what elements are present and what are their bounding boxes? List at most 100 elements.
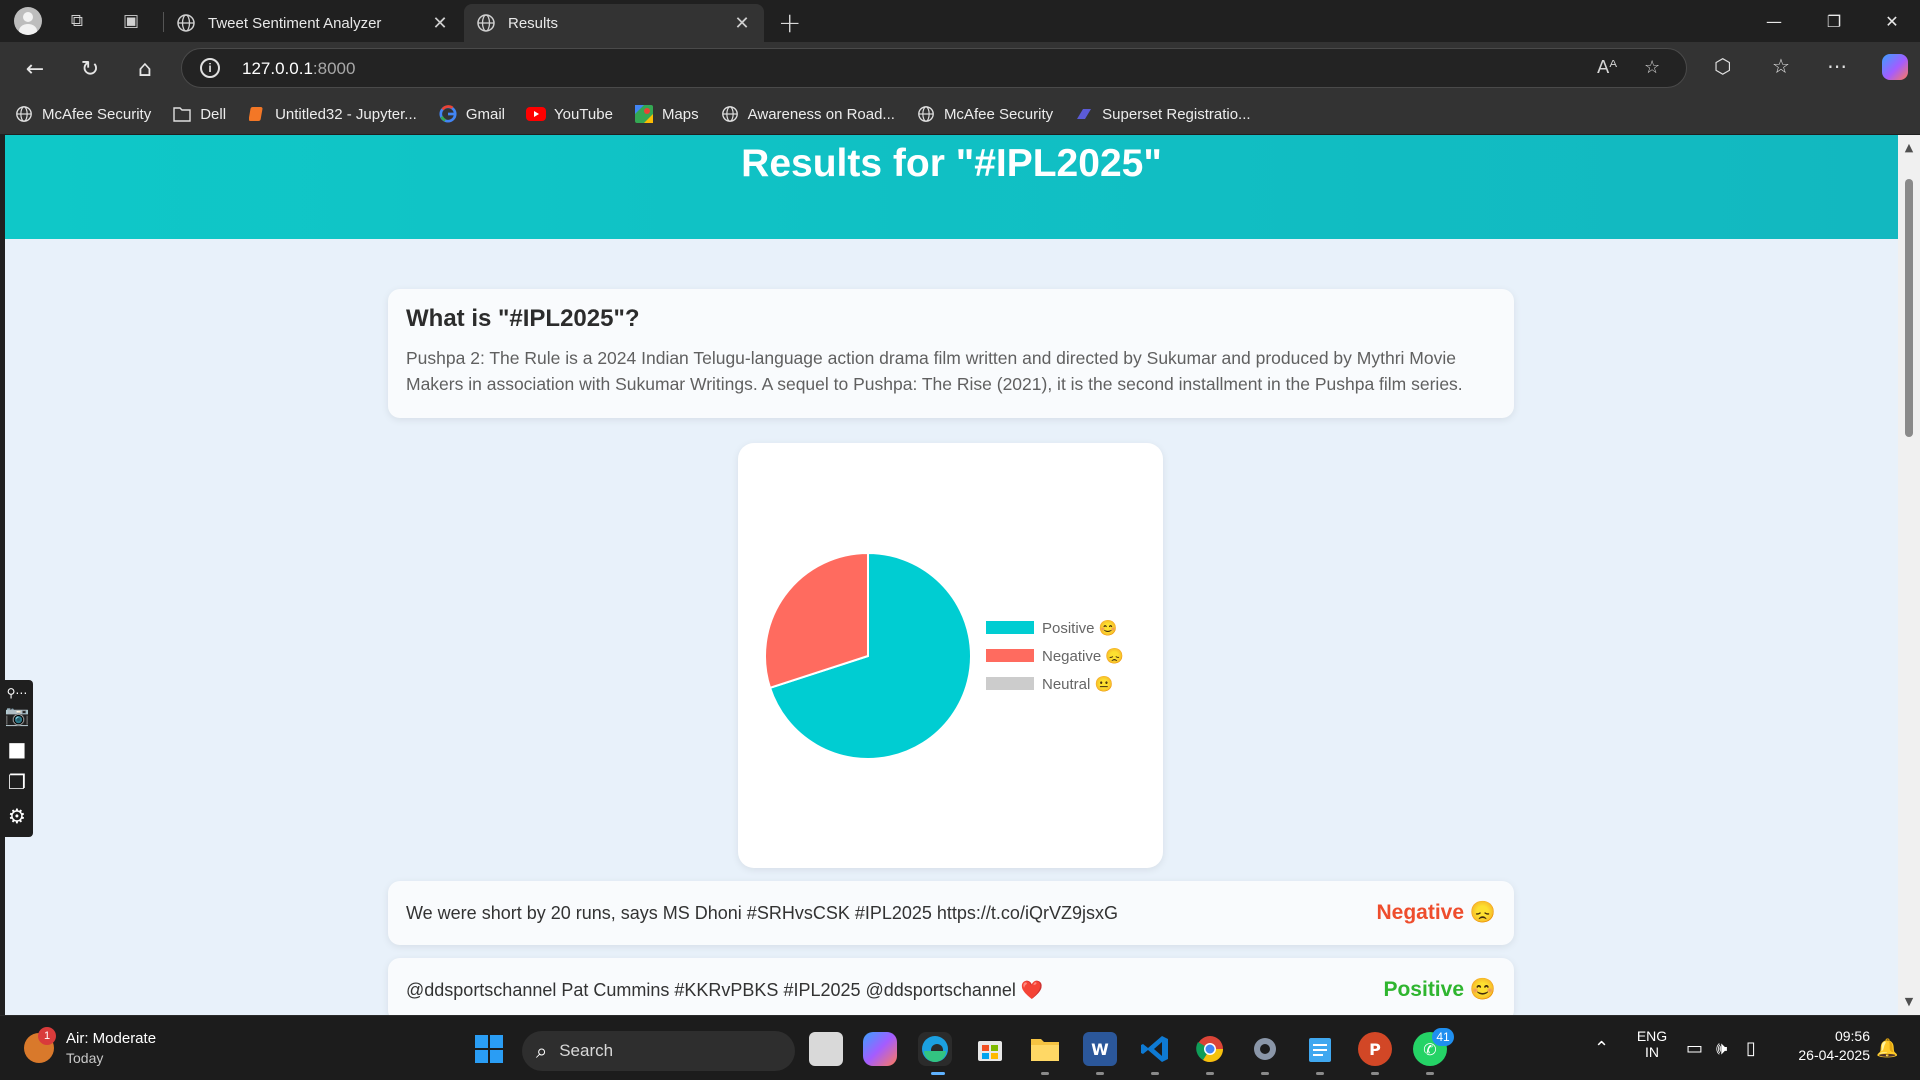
- network-icon[interactable]: ▭: [1686, 1038, 1703, 1059]
- url-port: :8000: [312, 59, 356, 78]
- site-info-icon[interactable]: i: [200, 58, 220, 78]
- window-icon[interactable]: ❐: [4, 769, 30, 795]
- settings-app-icon[interactable]: [1248, 1032, 1282, 1066]
- bookmark-label: YouTube: [553, 105, 613, 123]
- more-options-icon[interactable]: ⋯: [1827, 54, 1847, 78]
- word-app-icon[interactable]: W: [1083, 1032, 1117, 1066]
- google-icon: [438, 104, 458, 124]
- sentiment-chart-card: Positive 😊 Negative 😞 Neutral 😐: [738, 443, 1163, 868]
- page-title: Results for "#IPL2025": [741, 142, 1162, 185]
- bookmark-mcafee-2[interactable]: McAfee Security: [916, 104, 1053, 124]
- notepad-app-icon[interactable]: [1303, 1032, 1337, 1066]
- vertical-tabs-icon[interactable]: ▣: [118, 8, 144, 34]
- favorite-star-icon[interactable]: ☆: [1644, 57, 1660, 78]
- search-icon: ⌕: [536, 1039, 548, 1063]
- scroll-up-arrow[interactable]: ▲: [1902, 141, 1916, 154]
- bookmark-jupyter[interactable]: Untitled32 - Jupyter...: [247, 104, 417, 124]
- bookmark-gmail[interactable]: Gmail: [438, 104, 505, 124]
- sentiment-pie-chart: Positive 😊 Negative 😞 Neutral 😐: [764, 551, 1124, 760]
- superset-icon: [1074, 104, 1094, 124]
- minimize-button[interactable]: —: [1746, 0, 1802, 42]
- bookmark-maps[interactable]: Maps: [634, 104, 699, 124]
- bookmark-label: Gmail: [465, 105, 505, 123]
- read-aloud-icon[interactable]: Aᴬ: [1597, 57, 1617, 78]
- bookmark-dell[interactable]: Dell: [172, 104, 226, 124]
- running-app-indicator: [1041, 1072, 1049, 1075]
- page-viewport: Results for "#IPL2025" What is "#IPL2025…: [5, 135, 1898, 1015]
- task-view-icon[interactable]: [809, 1032, 843, 1066]
- favorites-icon[interactable]: ☆: [1772, 54, 1790, 78]
- bookmark-awareness[interactable]: Awareness on Road...: [720, 104, 895, 124]
- legend-label-1[interactable]: Negative 😞: [1042, 647, 1124, 665]
- start-button[interactable]: [472, 1032, 506, 1066]
- running-app-indicator: [1426, 1072, 1434, 1075]
- legend-swatch-1: [986, 649, 1034, 662]
- sentiment-label: Negative 😞: [1376, 901, 1496, 924]
- vscode-app-icon[interactable]: [1138, 1032, 1172, 1066]
- battery-icon[interactable]: ▯: [1746, 1038, 1756, 1059]
- bookmark-label: Maps: [661, 105, 699, 123]
- file-explorer-icon[interactable]: [1028, 1032, 1062, 1066]
- globe-icon: [477, 14, 495, 32]
- clock-date: 26-04-2025: [1798, 1047, 1870, 1063]
- page-scrollbar[interactable]: ▲ ▼: [1898, 135, 1920, 1015]
- extensions-icon[interactable]: ⬡: [1714, 54, 1731, 78]
- refresh-button[interactable]: ↻: [75, 54, 105, 84]
- address-bar[interactable]: i 127.0.0.1:8000 Aᴬ ☆: [181, 48, 1687, 88]
- edge-app-icon[interactable]: [918, 1032, 952, 1066]
- language-code: ENG: [1636, 1028, 1668, 1044]
- scroll-thumb[interactable]: [1905, 179, 1913, 437]
- running-app-indicator: [1151, 1072, 1159, 1075]
- workspaces-icon[interactable]: ⧉: [64, 8, 90, 34]
- browser-tab-bar: ⧉ ▣ Tweet Sentiment Analyzer ✕ Results ✕…: [0, 0, 1920, 42]
- copilot-app-icon[interactable]: [863, 1032, 897, 1066]
- address-url[interactable]: 127.0.0.1:8000: [242, 59, 355, 79]
- home-button[interactable]: ⌂: [130, 54, 160, 84]
- globe-icon: [720, 104, 740, 124]
- running-app-indicator: [1206, 1072, 1214, 1075]
- back-button[interactable]: ←: [20, 54, 50, 84]
- chrome-app-icon[interactable]: [1193, 1032, 1227, 1066]
- taskbar-search[interactable]: ⌕ Search: [522, 1031, 795, 1071]
- close-tab-icon[interactable]: ✕: [732, 13, 752, 34]
- new-tab-button[interactable]: +: [778, 6, 801, 39]
- notifications-bell-icon[interactable]: 🔔: [1876, 1038, 1898, 1059]
- volume-icon[interactable]: 🕪: [1716, 1038, 1727, 1059]
- tab-results[interactable]: Results ✕: [464, 4, 764, 42]
- browser-toolbar: ← ↻ ⌂ i 127.0.0.1:8000 Aᴬ ☆ ⬡ ☆ ⋯: [0, 42, 1920, 94]
- tweet-text: We were short by 20 runs, says MS Dhoni …: [406, 902, 1118, 923]
- settings-gear-icon[interactable]: ⚙: [4, 803, 30, 829]
- tab-tweet-sentiment-analyzer[interactable]: Tweet Sentiment Analyzer ✕: [164, 4, 462, 42]
- legend-swatch-2: [986, 677, 1034, 690]
- language-indicator[interactable]: ENG IN: [1634, 1028, 1670, 1060]
- search-label: Search: [559, 1041, 614, 1060]
- tweet-text: @ddsportschannel Pat Cummins #KKRvPBKS #…: [406, 979, 1044, 1000]
- bookmark-label: McAfee Security: [42, 105, 152, 123]
- restore-button[interactable]: ❐: [1806, 0, 1862, 42]
- folder-icon: [172, 104, 192, 124]
- capture-toolbar: ⚲⋯ 📷 ■ ❐ ⚙: [0, 680, 33, 837]
- powerpoint-app-icon[interactable]: P: [1358, 1032, 1392, 1066]
- profile-avatar[interactable]: [14, 7, 42, 35]
- weather-icon: 1: [24, 1027, 56, 1063]
- weather-widget[interactable]: 1 Air: Moderate Today: [24, 1027, 156, 1066]
- close-tab-icon[interactable]: ✕: [430, 13, 450, 34]
- weather-day: Today: [66, 1050, 104, 1066]
- clock-time: 09:56: [1834, 1028, 1870, 1044]
- legend-label-0[interactable]: Positive 😊: [1042, 619, 1117, 637]
- bookmark-youtube[interactable]: YouTube: [525, 104, 613, 124]
- store-app-icon[interactable]: [973, 1032, 1007, 1066]
- show-hidden-icons-chevron-icon[interactable]: ⌃: [1594, 1038, 1609, 1059]
- video-icon[interactable]: ■: [4, 736, 30, 762]
- legend-label-2[interactable]: Neutral 😐: [1042, 675, 1113, 693]
- scroll-down-arrow[interactable]: ▼: [1902, 995, 1916, 1008]
- copilot-icon[interactable]: [1882, 54, 1908, 80]
- running-app-indicator: [1261, 1072, 1269, 1075]
- camera-icon[interactable]: 📷: [4, 702, 30, 728]
- about-title: What is "#IPL2025"?: [406, 305, 640, 332]
- close-window-button[interactable]: ✕: [1864, 0, 1920, 42]
- bookmark-mcafee[interactable]: McAfee Security: [14, 104, 151, 124]
- bookmark-superset[interactable]: Superset Registratio...: [1074, 104, 1251, 124]
- running-app-indicator: [1371, 1072, 1379, 1075]
- clock[interactable]: 09:56 26-04-2025: [1782, 1028, 1870, 1063]
